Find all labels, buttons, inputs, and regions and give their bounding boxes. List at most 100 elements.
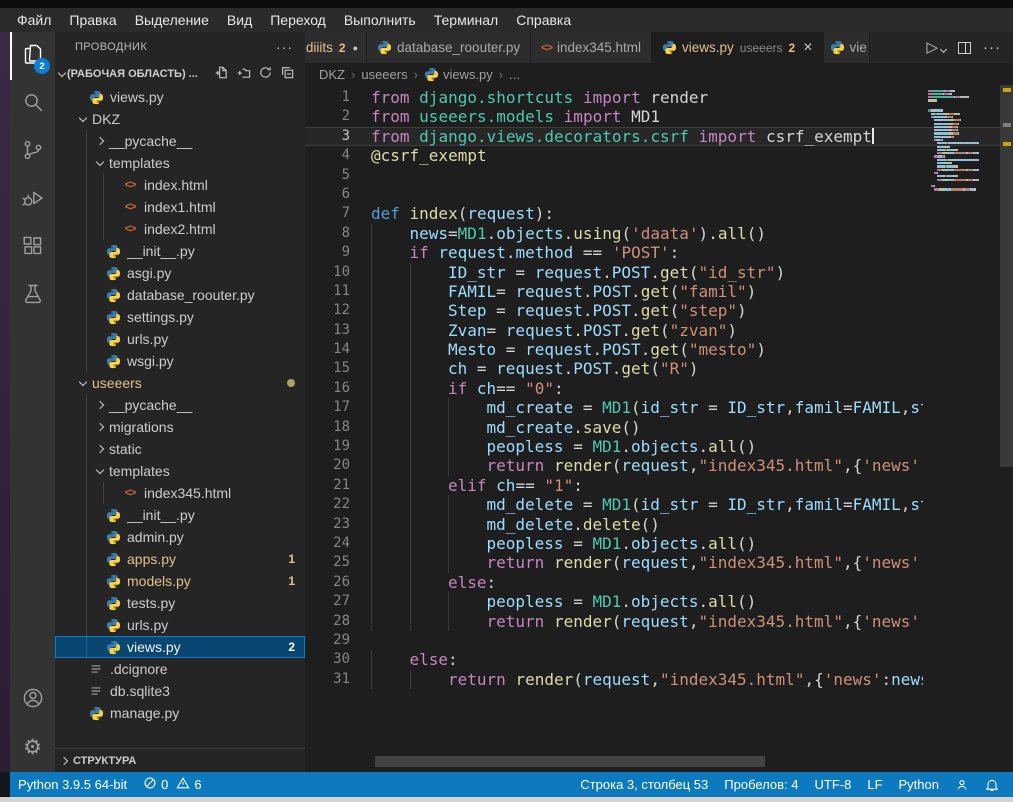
- tree-item-urls.py[interactable]: urls.py: [55, 614, 305, 636]
- tree-item-__pycache__[interactable]: __pycache__: [55, 394, 305, 416]
- tab-views.py[interactable]: views.pyuseeers2×: [652, 32, 824, 63]
- line-number[interactable]: 22: [305, 495, 371, 514]
- tree-item-index345.html[interactable]: <>index345.html: [55, 482, 305, 504]
- tree-item-DKZ[interactable]: DKZ: [55, 108, 305, 130]
- tree-item-index.html[interactable]: <>index.html: [55, 174, 305, 196]
- tree-item-db.sqlite3[interactable]: db.sqlite3: [55, 680, 305, 702]
- horizontal-scrollbar[interactable]: [375, 756, 765, 767]
- tree-item-apps.py[interactable]: apps.py1: [55, 548, 305, 570]
- line-number[interactable]: 2: [305, 107, 371, 126]
- tab-vie[interactable]: vie: [824, 32, 870, 63]
- activity-search[interactable]: [10, 80, 55, 128]
- encoding-status[interactable]: UTF-8: [807, 772, 860, 797]
- tree-item-index2.html[interactable]: <>index2.html: [55, 218, 305, 240]
- breadcrumb-item-...[interactable]: ...: [509, 67, 520, 82]
- workspace-section-header[interactable]: (РАБОЧАЯ ОБЛАСТЬ) ...: [55, 62, 305, 86]
- tree-item-admin.py[interactable]: admin.py: [55, 526, 305, 548]
- indentation-status[interactable]: Пробелов: 4: [716, 772, 806, 797]
- code-line-4[interactable]: 4@csrf_exempt: [305, 146, 1000, 165]
- code-line-10[interactable]: 10ID_str = request.POST.get("id_str"): [305, 263, 1000, 282]
- code-editor[interactable]: 1from django.shortcuts import render2fro…: [305, 85, 1013, 772]
- code-line-11[interactable]: 11FAMIL= request.POST.get("famil"): [305, 282, 1000, 301]
- tree-item-settings.py[interactable]: settings.py: [55, 306, 305, 328]
- code-line-24[interactable]: 24peopless = MD1.objects.all(): [305, 534, 1000, 553]
- tree-item-templates[interactable]: templates: [55, 460, 305, 482]
- activity-account[interactable]: [10, 676, 55, 724]
- code-line-26[interactable]: 26else:: [305, 573, 1000, 592]
- tree-item-models.py[interactable]: models.py1: [55, 570, 305, 592]
- code-line-28[interactable]: 28return render(request,"index345.html",…: [305, 612, 1000, 631]
- line-number[interactable]: 6: [305, 185, 371, 204]
- menu-item-Терминал[interactable]: Терминал: [425, 8, 507, 32]
- line-number[interactable]: 9: [305, 243, 371, 262]
- tree-item-manage.py[interactable]: manage.py: [55, 702, 305, 724]
- explorer-more-button[interactable]: ···: [276, 39, 293, 55]
- tree-item-urls.py[interactable]: urls.py: [55, 328, 305, 350]
- split-editor-button[interactable]: [958, 42, 971, 54]
- tree-item-useeers[interactable]: useeers: [55, 372, 305, 394]
- activity-source-control[interactable]: [10, 128, 55, 176]
- cursor-position-status[interactable]: Строка 3, столбец 53: [572, 772, 716, 797]
- activity-explorer[interactable]: 2: [10, 32, 55, 80]
- line-number[interactable]: 26: [305, 573, 371, 592]
- tree-item-views.py[interactable]: views.py2: [55, 636, 305, 658]
- more-actions-button[interactable]: ···: [983, 39, 1001, 56]
- collapse-all-button[interactable]: [280, 65, 295, 83]
- line-number[interactable]: 19: [305, 437, 371, 456]
- minimap[interactable]: [928, 89, 1000, 191]
- tree-item-__init__.py[interactable]: __init__.py: [55, 240, 305, 262]
- run-button[interactable]: ▷: [926, 38, 946, 57]
- code-line-31[interactable]: 31return render(request,"index345.html",…: [305, 670, 1000, 689]
- code-line-23[interactable]: 23md_delete.delete(): [305, 515, 1000, 534]
- code-line-16[interactable]: 16if ch== "0":: [305, 379, 1000, 398]
- code-line-27[interactable]: 27peopless = MD1.objects.all(): [305, 592, 1000, 611]
- tree-item-__init__.py[interactable]: __init__.py: [55, 504, 305, 526]
- code-line-2[interactable]: 2from useeers.models import MD1: [305, 107, 1000, 126]
- code-line-3[interactable]: 3from django.views.decorators.csrf impor…: [305, 127, 1000, 146]
- tab-index345.html[interactable]: <>index345.html: [531, 32, 652, 63]
- activity-testing[interactable]: [10, 272, 55, 320]
- tree-item-index1.html[interactable]: <>index1.html: [55, 196, 305, 218]
- line-number[interactable]: 4: [305, 146, 371, 165]
- breadcrumb-item-useeers[interactable]: useeers: [361, 67, 407, 82]
- code-line-9[interactable]: 9if request.method == 'POST':: [305, 243, 1000, 262]
- menu-item-Выделение[interactable]: Выделение: [126, 8, 218, 32]
- code-line-12[interactable]: 12Step = request.POST.get("step"): [305, 301, 1000, 320]
- code-line-18[interactable]: 18md_create.save(): [305, 418, 1000, 437]
- tree-item-tests.py[interactable]: tests.py: [55, 592, 305, 614]
- line-number[interactable]: 27: [305, 592, 371, 611]
- tree-item-.dcignore[interactable]: .dcignore: [55, 658, 305, 680]
- code-line-29[interactable]: 29: [305, 631, 1000, 650]
- line-number[interactable]: 21: [305, 476, 371, 495]
- breadcrumb-item-DKZ[interactable]: DKZ: [319, 67, 345, 82]
- menu-item-Выполнить[interactable]: Выполнить: [335, 8, 425, 32]
- activity-extensions[interactable]: [10, 224, 55, 272]
- code-line-8[interactable]: 8news=MD1.objects.using('daata').all(): [305, 224, 1000, 243]
- breadcrumb-item-views.py[interactable]: views.py: [424, 67, 493, 82]
- line-number[interactable]: 20: [305, 456, 371, 475]
- code-line-5[interactable]: 5: [305, 166, 1000, 185]
- code-line-20[interactable]: 20return render(request,"index345.html",…: [305, 456, 1000, 475]
- tab-database_roouter.py[interactable]: database_roouter.py: [367, 32, 531, 63]
- line-number[interactable]: 18: [305, 418, 371, 437]
- line-number[interactable]: 14: [305, 340, 371, 359]
- new-folder-button[interactable]: [236, 65, 251, 83]
- problems-status[interactable]: 0 6: [135, 772, 209, 797]
- code-line-30[interactable]: 30else:: [305, 650, 1000, 669]
- line-number[interactable]: 10: [305, 263, 371, 282]
- code-line-17[interactable]: 17md_create = MD1(id_str = ID_str,famil=…: [305, 398, 1000, 417]
- code-line-13[interactable]: 13Zvan= request.POST.get("zvan"): [305, 321, 1000, 340]
- eol-status[interactable]: LF: [859, 772, 890, 797]
- activity-run-debug[interactable]: [10, 176, 55, 224]
- tree-item-asgi.py[interactable]: asgi.py: [55, 262, 305, 284]
- outline-section-header[interactable]: СТРУКТУРА: [55, 748, 305, 772]
- code-line-7[interactable]: 7def index(request):: [305, 204, 1000, 223]
- code-line-21[interactable]: 21elif ch== "1":: [305, 476, 1000, 495]
- code-line-6[interactable]: 6: [305, 185, 1000, 204]
- line-number[interactable]: 23: [305, 515, 371, 534]
- line-number[interactable]: 13: [305, 321, 371, 340]
- notifications-bell-button[interactable]: [977, 772, 1007, 797]
- python-interpreter-status[interactable]: Python 3.9.5 64-bit: [10, 772, 135, 797]
- new-file-button[interactable]: [214, 65, 229, 83]
- line-number[interactable]: 11: [305, 282, 371, 301]
